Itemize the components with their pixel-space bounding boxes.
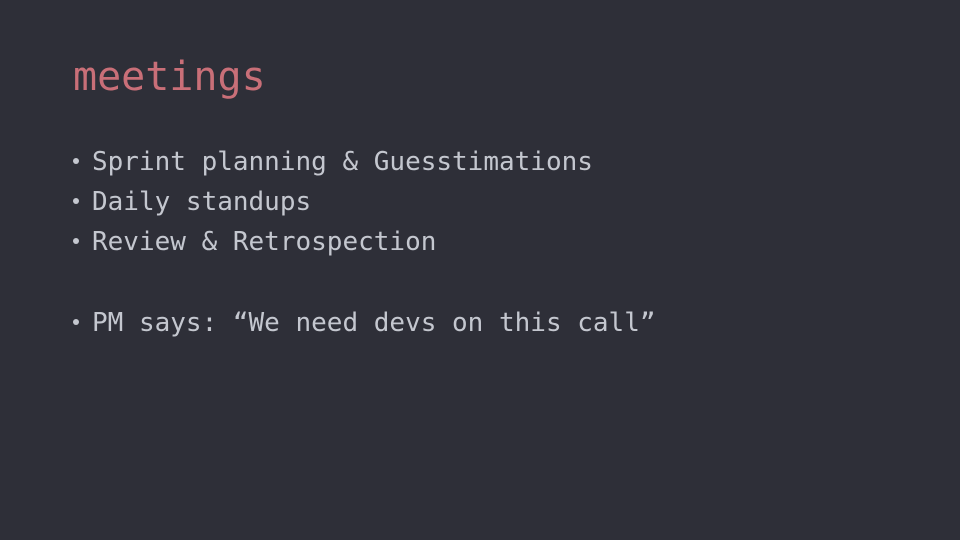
bullet-dot-icon (73, 238, 79, 244)
bullet-item-pm-quote: PM says: “We need devs on this call” (72, 303, 656, 343)
bullet-text: PM says: “We need devs on this call” (92, 308, 656, 338)
bullet-dot-icon (73, 319, 79, 325)
bullet-text: Daily standups (92, 187, 312, 217)
bullet-text: Review & Retrospection (92, 227, 437, 257)
bullet-dot-icon (73, 158, 79, 164)
bullet-list: Sprint planning & Guesstimations Daily s… (72, 142, 656, 343)
bullet-text: Sprint planning & Guesstimations (92, 147, 593, 177)
slide-title: meetings (73, 54, 266, 100)
bullet-item-review-retrospection: Review & Retrospection (72, 222, 656, 262)
slide: meetings Sprint planning & Guesstimation… (0, 0, 960, 540)
bullet-item-daily-standups: Daily standups (72, 182, 656, 222)
bullet-item-sprint-planning: Sprint planning & Guesstimations (72, 142, 656, 182)
bullet-dot-icon (73, 198, 79, 204)
